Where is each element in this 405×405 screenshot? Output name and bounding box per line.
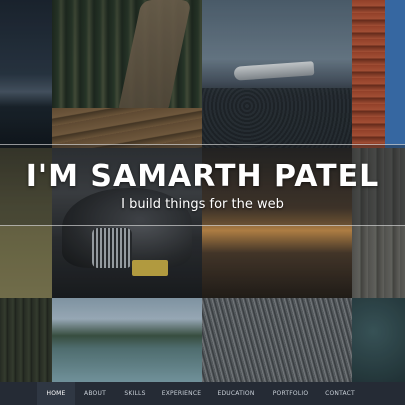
photo-tree-trunks	[0, 298, 52, 382]
black-sand-ground	[202, 88, 352, 148]
walker-figure	[118, 0, 192, 110]
nav-item-experience[interactable]: EXPERIENCE	[155, 382, 208, 405]
nav-menu: HOME ABOUT SKILLS EXPERIENCE EDUCATION P…	[37, 382, 363, 405]
nav-item-about[interactable]: ABOUT	[75, 382, 115, 405]
photo-forest-walker	[52, 0, 202, 148]
nav-item-skills[interactable]: SKILLS	[115, 382, 155, 405]
nav-item-contact[interactable]: CONTACT	[317, 382, 363, 405]
photo-lake	[52, 298, 202, 382]
photo-frosted-grass	[202, 298, 352, 382]
plane-fuselage	[233, 61, 315, 81]
nav-item-home[interactable]: HOME	[37, 382, 75, 405]
photo-mountains	[0, 0, 52, 148]
nav-item-portfolio[interactable]: PORTFOLIO	[264, 382, 317, 405]
photo-leaves	[352, 298, 405, 382]
nav-item-education[interactable]: EDUCATION	[208, 382, 264, 405]
boardwalk	[52, 108, 202, 148]
photo-plane-wreck	[202, 0, 352, 148]
photo-brick-building	[352, 0, 405, 148]
car-grille	[92, 228, 132, 268]
hero-subtitle: I build things for the web	[121, 197, 284, 212]
car-license-plate	[132, 260, 168, 276]
sky-strip	[385, 0, 405, 148]
hero-title: I'M SAMARTH PATEL	[25, 159, 380, 194]
main-navbar: HOME ABOUT SKILLS EXPERIENCE EDUCATION P…	[0, 382, 405, 405]
